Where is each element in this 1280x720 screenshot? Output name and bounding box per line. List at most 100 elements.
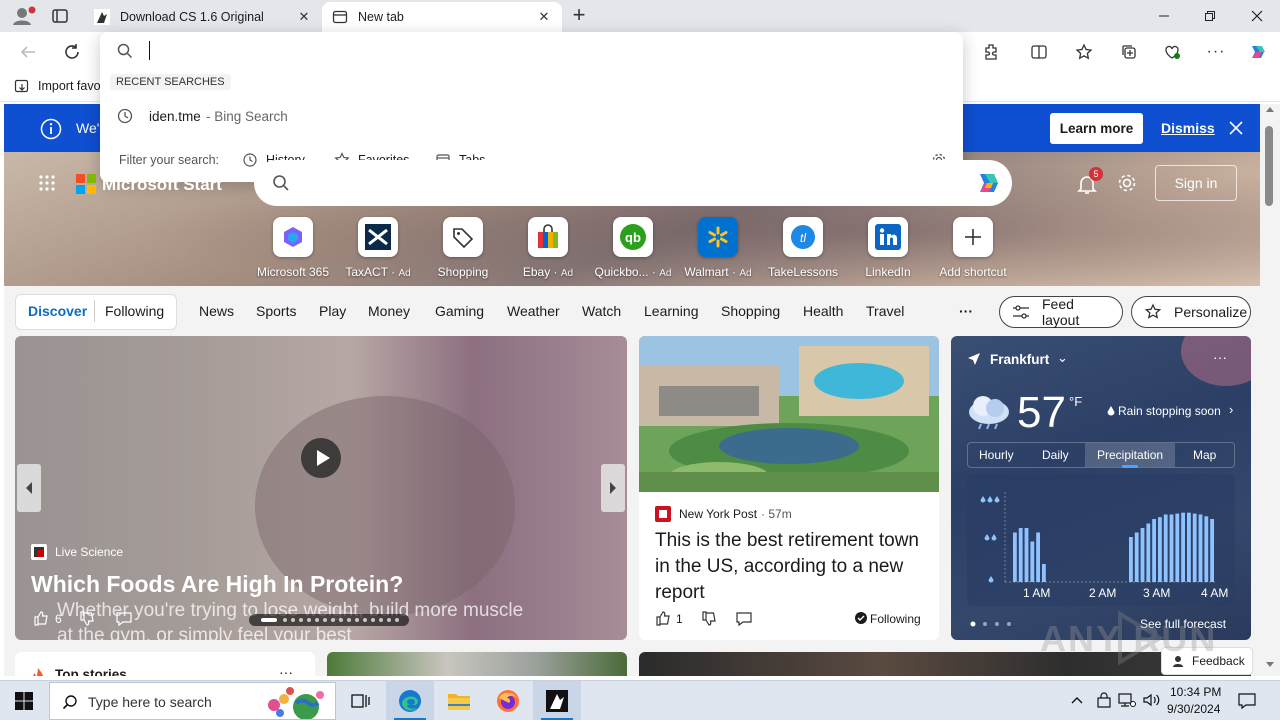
close-tab-icon[interactable]: ✕ [296, 9, 312, 25]
like-icon[interactable] [33, 610, 49, 626]
nav-money[interactable]: Money [368, 303, 410, 319]
extensions-icon[interactable] [977, 38, 1005, 66]
security-icon[interactable] [1096, 692, 1112, 708]
nav-watch[interactable]: Watch [582, 303, 621, 319]
learn-more-button[interactable]: Learn more [1050, 113, 1143, 144]
news-title[interactable]: This is the best retirement town in the … [655, 528, 930, 606]
page-settings-gear-icon[interactable] [1116, 172, 1138, 194]
tab-following[interactable]: Following [105, 303, 164, 319]
shortcut-microsoft-365[interactable]: Microsoft 365 [253, 217, 333, 279]
profile-icon[interactable] [10, 5, 36, 27]
shortcut-shopping[interactable]: Shopping [423, 217, 503, 279]
scroll-up-icon[interactable] [1266, 106, 1274, 114]
weather-unit[interactable]: °F [1069, 394, 1082, 409]
web-search-box[interactable] [254, 160, 1012, 206]
copilot-search-icon[interactable] [972, 168, 1004, 198]
windows-start-icon[interactable] [0, 681, 48, 720]
address-input[interactable] [146, 38, 936, 64]
dismiss-link[interactable]: Dismiss [1161, 120, 1215, 136]
nav-learning[interactable]: Learning [644, 303, 699, 319]
app-launcher-icon[interactable] [38, 174, 56, 192]
split-screen-icon[interactable] [1025, 38, 1053, 66]
featured-story-card[interactable]: Live Science Which Foods Are High In Pro… [15, 336, 627, 640]
nav-news[interactable]: News [199, 303, 234, 319]
recent-search-item[interactable]: iden.tme - Bing Search [100, 102, 963, 130]
counter-strike-taskbar-icon[interactable] [533, 681, 581, 720]
import-favorites-link[interactable]: Import favo [38, 79, 101, 93]
shortcut-add[interactable]: Add shortcut [933, 217, 1013, 279]
weather-more-icon[interactable]: ··· [1213, 349, 1227, 365]
tab-daily[interactable]: Daily [1042, 448, 1069, 462]
nav-play[interactable]: Play [319, 303, 346, 319]
shortcut-takelessons[interactable]: tl TakeLessons [763, 217, 843, 279]
see-full-forecast-link[interactable]: See full forecast [1140, 617, 1226, 631]
close-window-icon[interactable] [1234, 0, 1280, 32]
tab-actions-icon[interactable] [50, 6, 70, 26]
shortcut-quickbooks[interactable]: qb Quickbo... · Ad [593, 217, 673, 279]
copilot-icon[interactable] [1244, 38, 1272, 66]
shortcut-linkedin[interactable]: LinkedIn [848, 217, 928, 279]
network-icon[interactable] [1118, 692, 1136, 708]
play-video-icon[interactable] [301, 438, 341, 478]
shortcut-taxact[interactable]: TaxACT · Ad [338, 217, 418, 279]
tab-discover[interactable]: Discover [28, 303, 87, 319]
scrollbar-thumb[interactable] [1265, 126, 1273, 206]
collections-icon[interactable] [1115, 38, 1143, 66]
favorites-star-icon[interactable] [1070, 38, 1098, 66]
scroll-down-icon[interactable] [1266, 660, 1274, 668]
nav-more-icon[interactable]: ··· [959, 303, 973, 319]
weather-city[interactable]: Frankfurt [990, 352, 1049, 367]
restore-icon[interactable] [1187, 0, 1233, 32]
tab-hourly[interactable]: Hourly [979, 448, 1014, 462]
volume-icon[interactable] [1142, 692, 1160, 708]
sign-in-button[interactable]: Sign in [1155, 165, 1237, 201]
chevron-right-icon[interactable]: › [1229, 402, 1233, 417]
back-icon[interactable] [14, 38, 42, 66]
tab-map[interactable]: Map [1193, 448, 1216, 462]
comment-icon[interactable] [115, 611, 133, 627]
video-story-card[interactable] [639, 652, 1251, 676]
nav-gaming[interactable]: Gaming [435, 303, 484, 319]
comment-icon[interactable] [735, 611, 753, 627]
task-view-icon[interactable] [337, 681, 385, 720]
nav-sports[interactable]: Sports [256, 303, 296, 319]
shortcut-walmart[interactable]: Walmart · Ad [678, 217, 758, 279]
page-scrollbar[interactable] [1260, 104, 1280, 676]
nav-shopping[interactable]: Shopping [721, 303, 780, 319]
edge-taskbar-icon[interactable] [386, 681, 434, 720]
show-hidden-icons-chevron-icon[interactable] [1070, 693, 1084, 707]
browser-essentials-icon[interactable] [1158, 38, 1186, 66]
notification-center-icon[interactable] [1237, 692, 1257, 710]
nav-weather[interactable]: Weather [507, 303, 560, 319]
tab-precipitation[interactable]: Precipitation [1097, 448, 1163, 462]
weather-card[interactable]: Frankfurt ⌄ ··· 57 °F Rain stopping soon… [951, 336, 1251, 640]
feedback-button[interactable]: Feedback [1161, 647, 1253, 675]
settings-more-icon[interactable]: ··· [1202, 38, 1230, 66]
news-story-card[interactable]: New York Post · 57m This is the best ret… [639, 336, 939, 640]
close-tab-icon[interactable]: ✕ [536, 9, 552, 25]
nav-health[interactable]: Health [803, 303, 843, 319]
more-options-icon[interactable]: ··· [279, 664, 293, 676]
story-title[interactable]: Which Foods Are High In Protein? [31, 571, 403, 598]
clock-date[interactable]: 9/30/2024 [1167, 702, 1220, 716]
new-tab-plus-icon[interactable]: + [568, 4, 590, 27]
like-icon[interactable] [655, 610, 671, 626]
close-banner-icon[interactable] [1228, 120, 1244, 136]
tab-download-cs[interactable]: Download CS 1.6 Original ✕ [84, 2, 322, 32]
top-stories-title[interactable]: Top stories [55, 667, 127, 676]
firefox-icon[interactable] [484, 681, 532, 720]
story-image-card[interactable] [327, 652, 627, 676]
feed-layout-button[interactable]: Feed layout [999, 296, 1123, 328]
minimize-icon[interactable] [1141, 0, 1187, 32]
refresh-icon[interactable] [58, 38, 86, 66]
weather-summary[interactable]: Rain stopping soon [1118, 404, 1221, 418]
dislike-icon[interactable] [79, 611, 95, 627]
tab-new-tab[interactable]: New tab ✕ [322, 2, 562, 32]
chevron-down-icon[interactable]: ⌄ [1057, 350, 1068, 366]
nav-travel[interactable]: Travel [866, 303, 904, 319]
personalize-button[interactable]: Personalize [1131, 296, 1251, 328]
next-slide-button[interactable] [601, 464, 625, 512]
taskbar-search-box[interactable]: Type here to search [49, 682, 336, 720]
dislike-icon[interactable] [701, 611, 717, 627]
following-label[interactable]: Following [870, 612, 921, 626]
